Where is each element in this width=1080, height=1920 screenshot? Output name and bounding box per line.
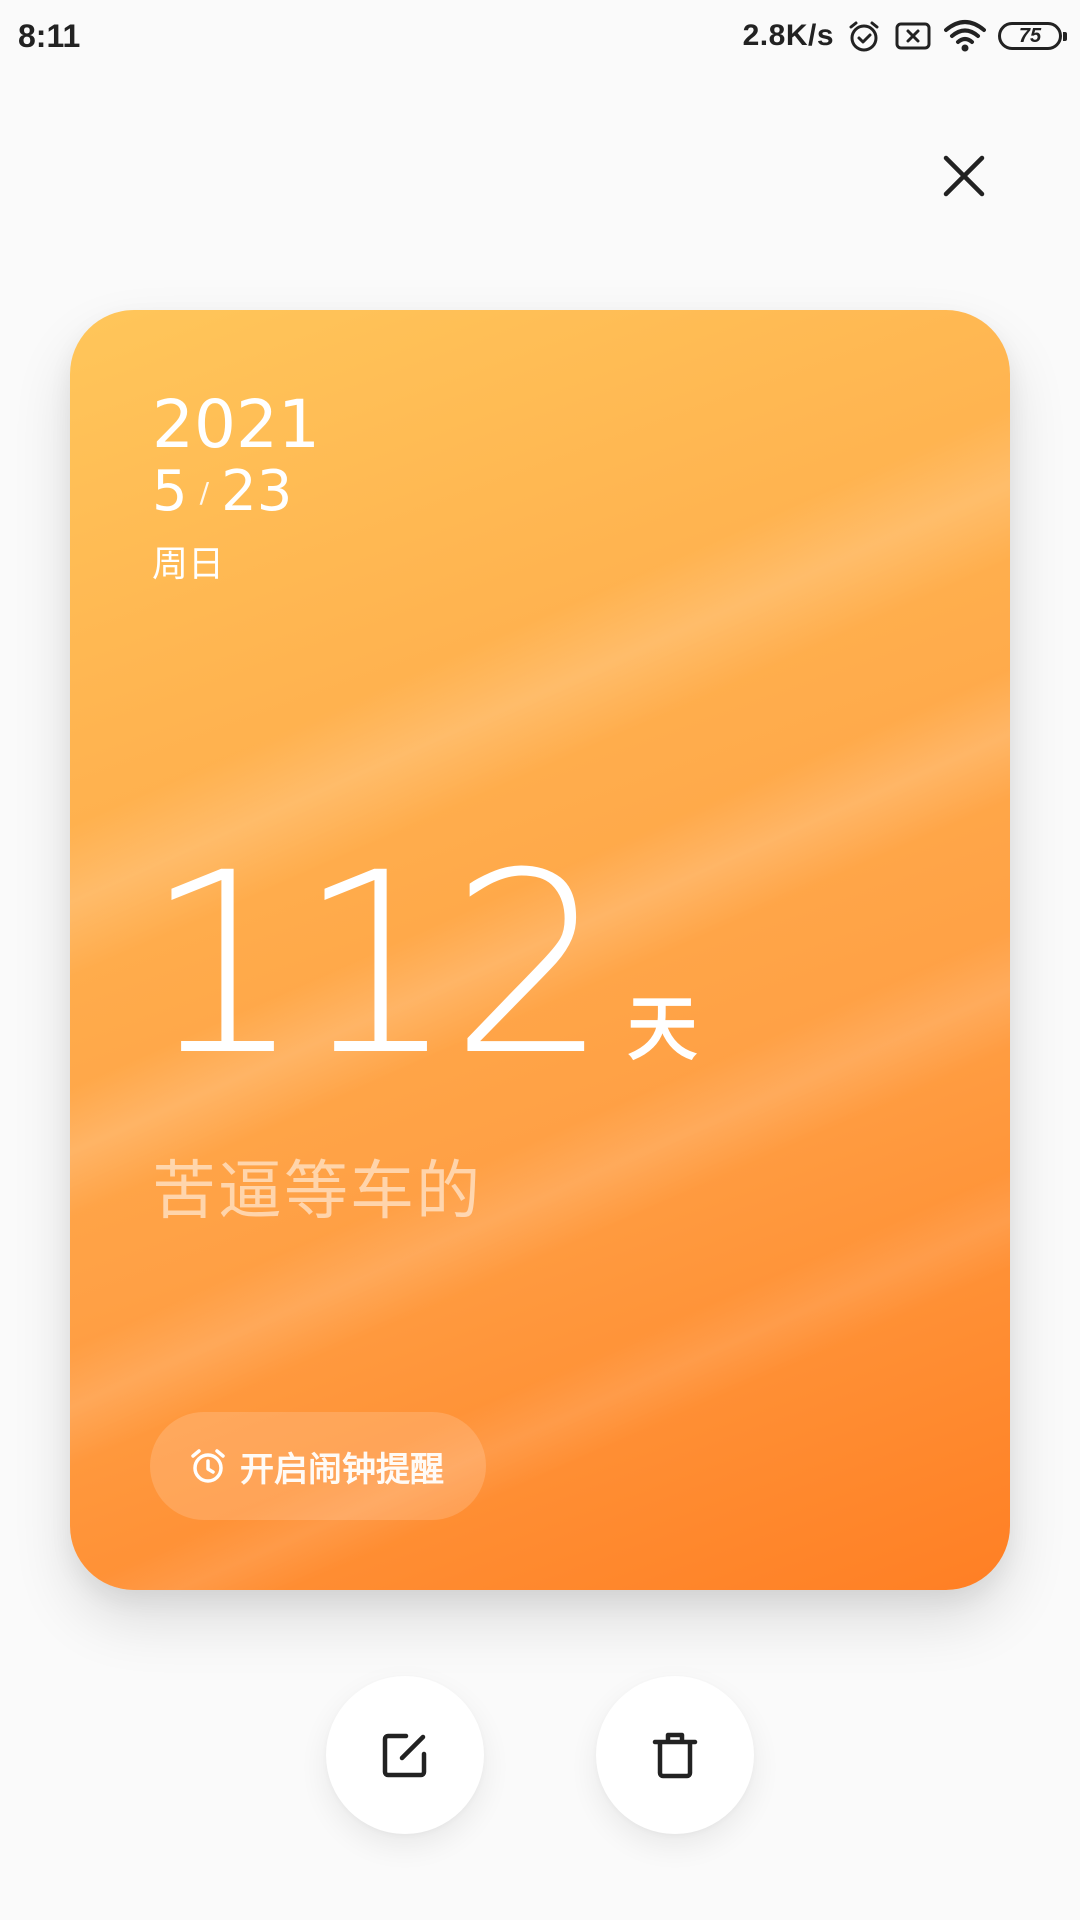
date-weekday: 周日 [152, 544, 225, 585]
countdown-detail-screen: 8:11 2.8K/s 75 2021 5 / 23 周日 112 天 苦逼等车… [0, 0, 1080, 1920]
countdown-card[interactable]: 2021 5 / 23 周日 112 天 苦逼等车的 开启闹钟提醒 [70, 310, 1010, 1590]
close-button[interactable] [936, 148, 992, 204]
day-count-unit: 天 [627, 988, 698, 1070]
enable-alarm-label: 开启闹钟提醒 [240, 1449, 444, 1490]
day-count-number: 112 [144, 819, 609, 1110]
alarm-icon [191, 1449, 225, 1483]
close-icon [943, 155, 985, 197]
date-month-day: 5 / 23 [152, 460, 320, 533]
sim-no-signal-icon [894, 20, 932, 52]
edit-button[interactable] [326, 1676, 484, 1834]
date-day: 23 [221, 459, 293, 524]
status-time: 8:11 [18, 17, 81, 54]
trash-icon [652, 1732, 698, 1779]
edit-icon [382, 1733, 427, 1778]
day-counter: 112 天 [144, 819, 698, 1110]
target-date: 2021 5 / 23 周日 [152, 390, 320, 593]
date-separator: / [199, 476, 210, 509]
date-month: 5 [152, 459, 188, 524]
status-indicators: 2.8K/s 75 [742, 18, 1067, 54]
battery-icon: 75 [998, 22, 1067, 50]
status-bar: 8:11 2.8K/s 75 [0, 0, 1080, 72]
enable-alarm-button[interactable]: 开启闹钟提醒 [150, 1412, 486, 1520]
alarm-icon [846, 18, 882, 54]
network-speed: 2.8K/s [742, 19, 834, 52]
date-year: 2021 [152, 386, 320, 463]
event-title: 苦逼等车的 [152, 1155, 482, 1229]
delete-button[interactable] [596, 1676, 754, 1834]
wifi-icon [944, 19, 986, 53]
